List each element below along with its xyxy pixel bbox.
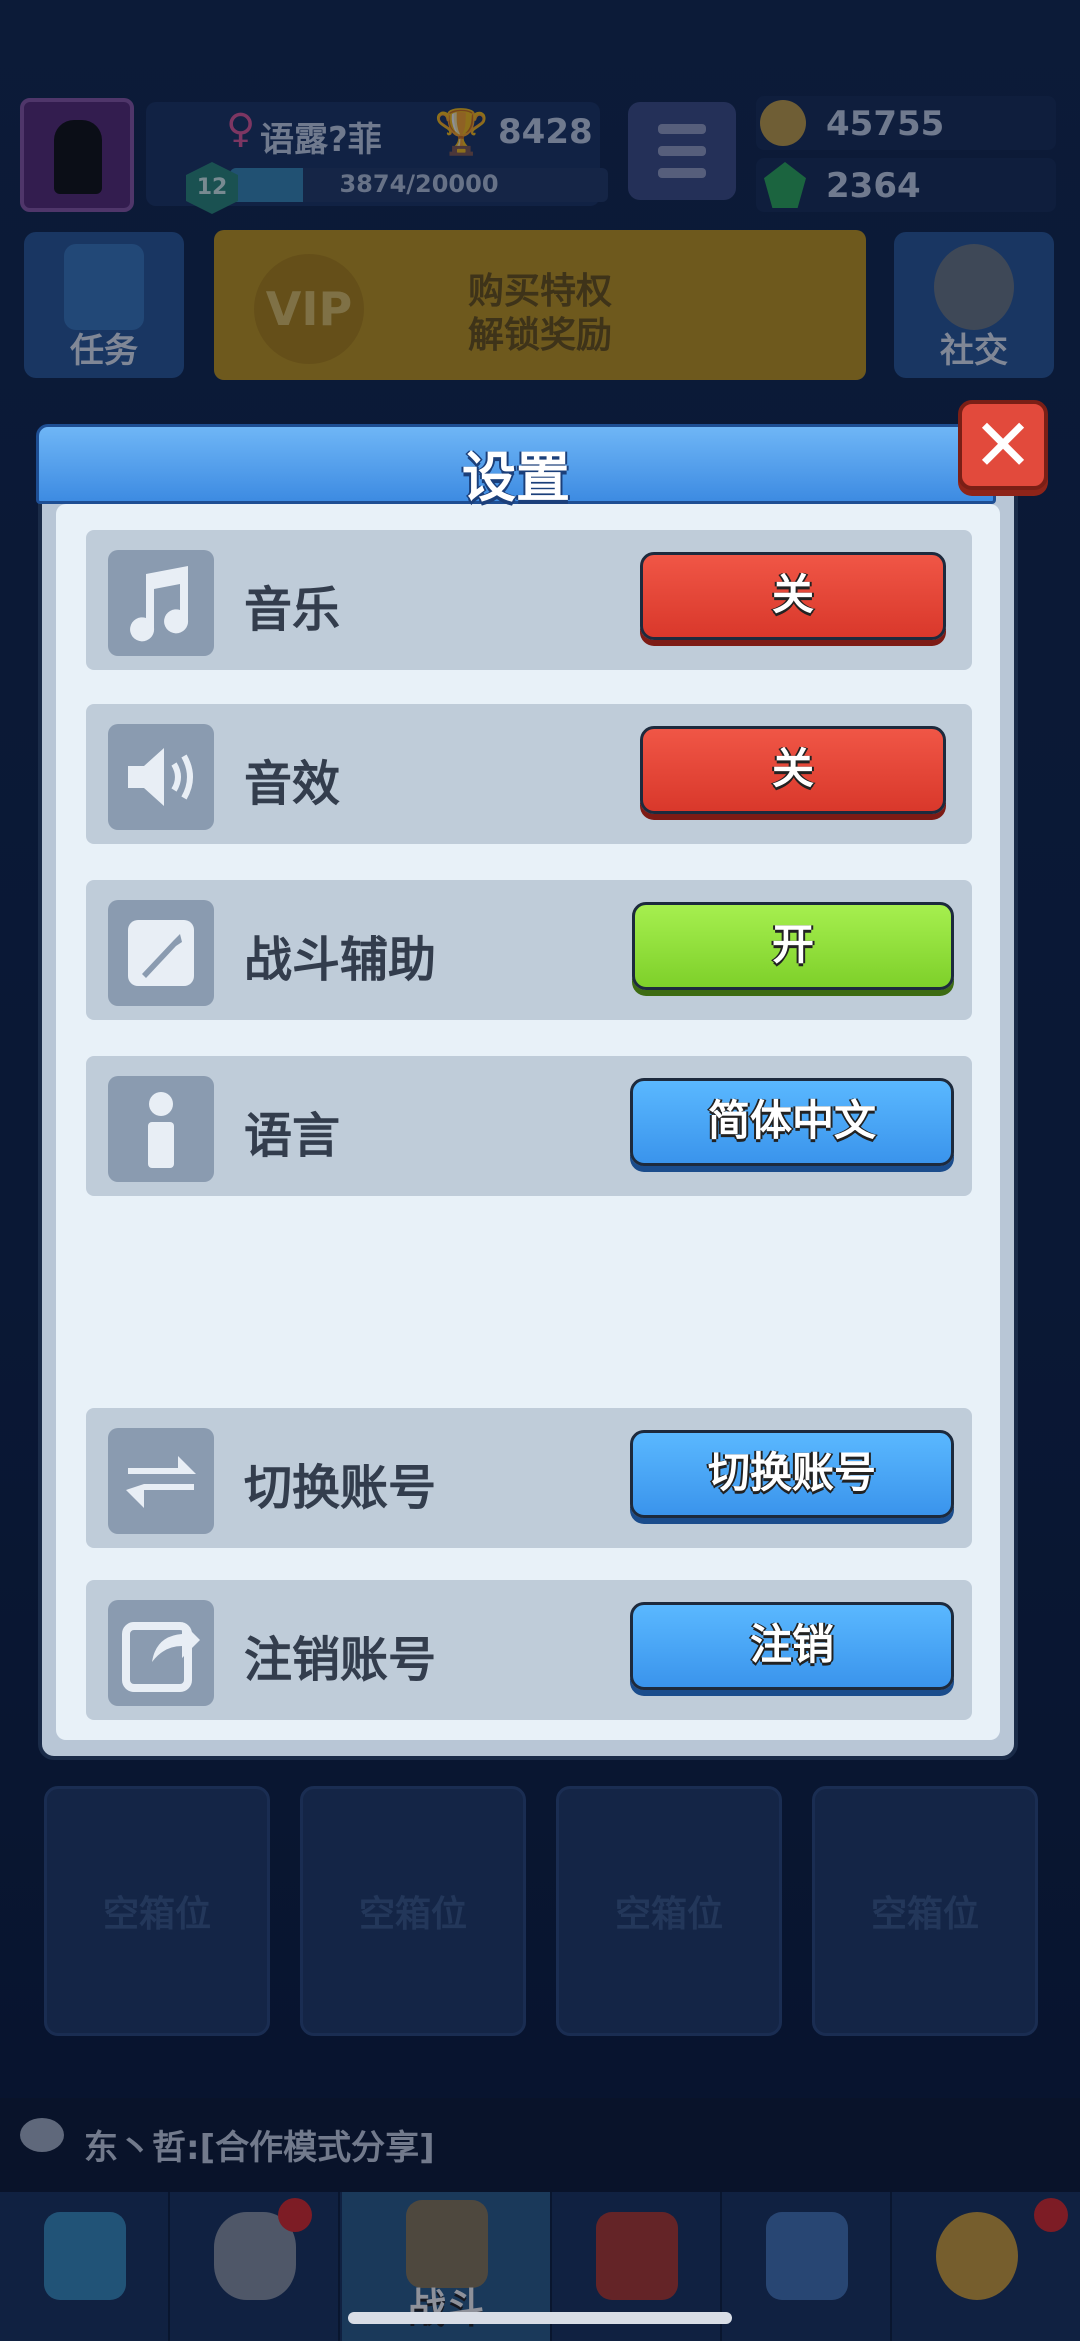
battle-assist-toggle-button[interactable]: 开	[632, 902, 954, 990]
menu-line-icon	[658, 168, 706, 178]
player-name: 语露?菲	[260, 120, 382, 160]
swap-arrows-icon	[108, 1428, 214, 1534]
speaker-icon	[108, 724, 214, 830]
chat-message: 东丶哲:[合作模式分享]	[84, 2128, 435, 2168]
trophy-icon: 🏆	[434, 107, 489, 158]
nav-shop[interactable]	[0, 2192, 170, 2341]
home-indicator[interactable]	[348, 2312, 732, 2324]
gold-coin-icon	[760, 100, 806, 146]
gem-amount: 2364	[826, 166, 921, 206]
xp-text: 3874/20000	[339, 170, 499, 198]
nav-friends[interactable]	[722, 2192, 892, 2341]
nav-heroes[interactable]	[170, 2192, 340, 2341]
row-label: 音乐	[244, 582, 341, 638]
chest-slot-label: 空箱位	[102, 1894, 211, 1935]
chest-slot-label: 空箱位	[358, 1894, 467, 1935]
checkmark-book-icon	[64, 244, 144, 330]
vip-line-2: 解锁奖励	[467, 315, 612, 356]
gold-amount: 45755	[826, 104, 945, 144]
crossed-swords-icon	[406, 2200, 488, 2288]
menu-line-icon	[658, 146, 706, 156]
chest-slot[interactable]: 空箱位	[556, 1786, 782, 2036]
setting-row-language: 语言 简体中文	[86, 1056, 972, 1196]
friends-banner-icon	[766, 2212, 848, 2300]
chest-slot-label: 空箱位	[870, 1894, 979, 1935]
main-menu-button[interactable]	[628, 102, 736, 200]
nav-explore[interactable]	[892, 2192, 1080, 2341]
gem-display[interactable]: 2364	[756, 158, 1056, 212]
setting-row-sound: 音效 关	[86, 704, 972, 844]
close-icon: ✕	[972, 403, 1034, 487]
dialog-title: 设置	[462, 446, 570, 509]
social-button[interactable]: 社交	[894, 232, 1054, 378]
tasks-button[interactable]: 任务	[24, 232, 184, 378]
vip-banner[interactable]: VIP 购买特权 解锁奖励	[214, 230, 866, 380]
switch-account-button[interactable]: 切换账号	[630, 1430, 954, 1518]
language-select-button[interactable]: 简体中文	[630, 1078, 954, 1166]
row-label: 战斗辅助	[244, 932, 437, 988]
gem-icon	[764, 162, 806, 208]
female-symbol-icon: ♀	[226, 106, 256, 152]
share-out-icon	[108, 1600, 214, 1706]
row-label: 切换账号	[244, 1460, 437, 1516]
avatar[interactable]	[20, 98, 134, 212]
player-panel[interactable]: ♀ 语露?菲 🏆 8428 3874/20000 12	[20, 98, 608, 214]
xp-bar: 3874/20000	[230, 168, 608, 202]
gold-display[interactable]: 45755	[756, 96, 1056, 150]
chest-slot[interactable]: 空箱位	[812, 1786, 1038, 2036]
trophy-count: 8428	[498, 112, 593, 152]
close-button[interactable]: ✕	[958, 400, 1048, 490]
setting-row-switch-account: 切换账号 切换账号	[86, 1408, 972, 1548]
setting-row-battle-assist: 战斗辅助 开	[86, 880, 972, 1020]
sword-icon	[108, 900, 214, 1006]
music-note-icon	[108, 550, 214, 656]
chest-slot[interactable]: 空箱位	[300, 1786, 526, 2036]
chat-bar[interactable]: 东丶哲:[合作模式分享]	[0, 2098, 1080, 2192]
menu-line-icon	[658, 124, 706, 134]
compass-icon	[936, 2212, 1018, 2300]
settings-dialog-header: 设置	[36, 424, 996, 509]
delete-account-button[interactable]: 注销	[630, 1602, 954, 1690]
social-chef-icon	[934, 244, 1014, 330]
chest-slot-label: 空箱位	[614, 1894, 723, 1935]
notification-dot	[1034, 2198, 1068, 2232]
crown-shield-icon	[596, 2212, 678, 2300]
chat-bubble-icon	[20, 2118, 64, 2152]
social-label: 社交	[940, 331, 1008, 371]
row-label: 注销账号	[244, 1632, 437, 1688]
row-label: 音效	[244, 756, 341, 812]
chest-slot[interactable]: 空箱位	[44, 1786, 270, 2036]
avatar-figure-icon	[54, 120, 102, 194]
info-icon	[108, 1076, 214, 1182]
notification-dot	[278, 2198, 312, 2232]
setting-row-delete-account: 注销账号 注销	[86, 1580, 972, 1720]
music-toggle-button[interactable]: 关	[640, 552, 946, 640]
tasks-label: 任务	[70, 331, 138, 371]
setting-row-music: 音乐 关	[86, 530, 972, 670]
treasure-chest-icon	[44, 2212, 126, 2300]
sound-toggle-button[interactable]: 关	[640, 726, 946, 814]
row-label: 语言	[244, 1108, 341, 1164]
